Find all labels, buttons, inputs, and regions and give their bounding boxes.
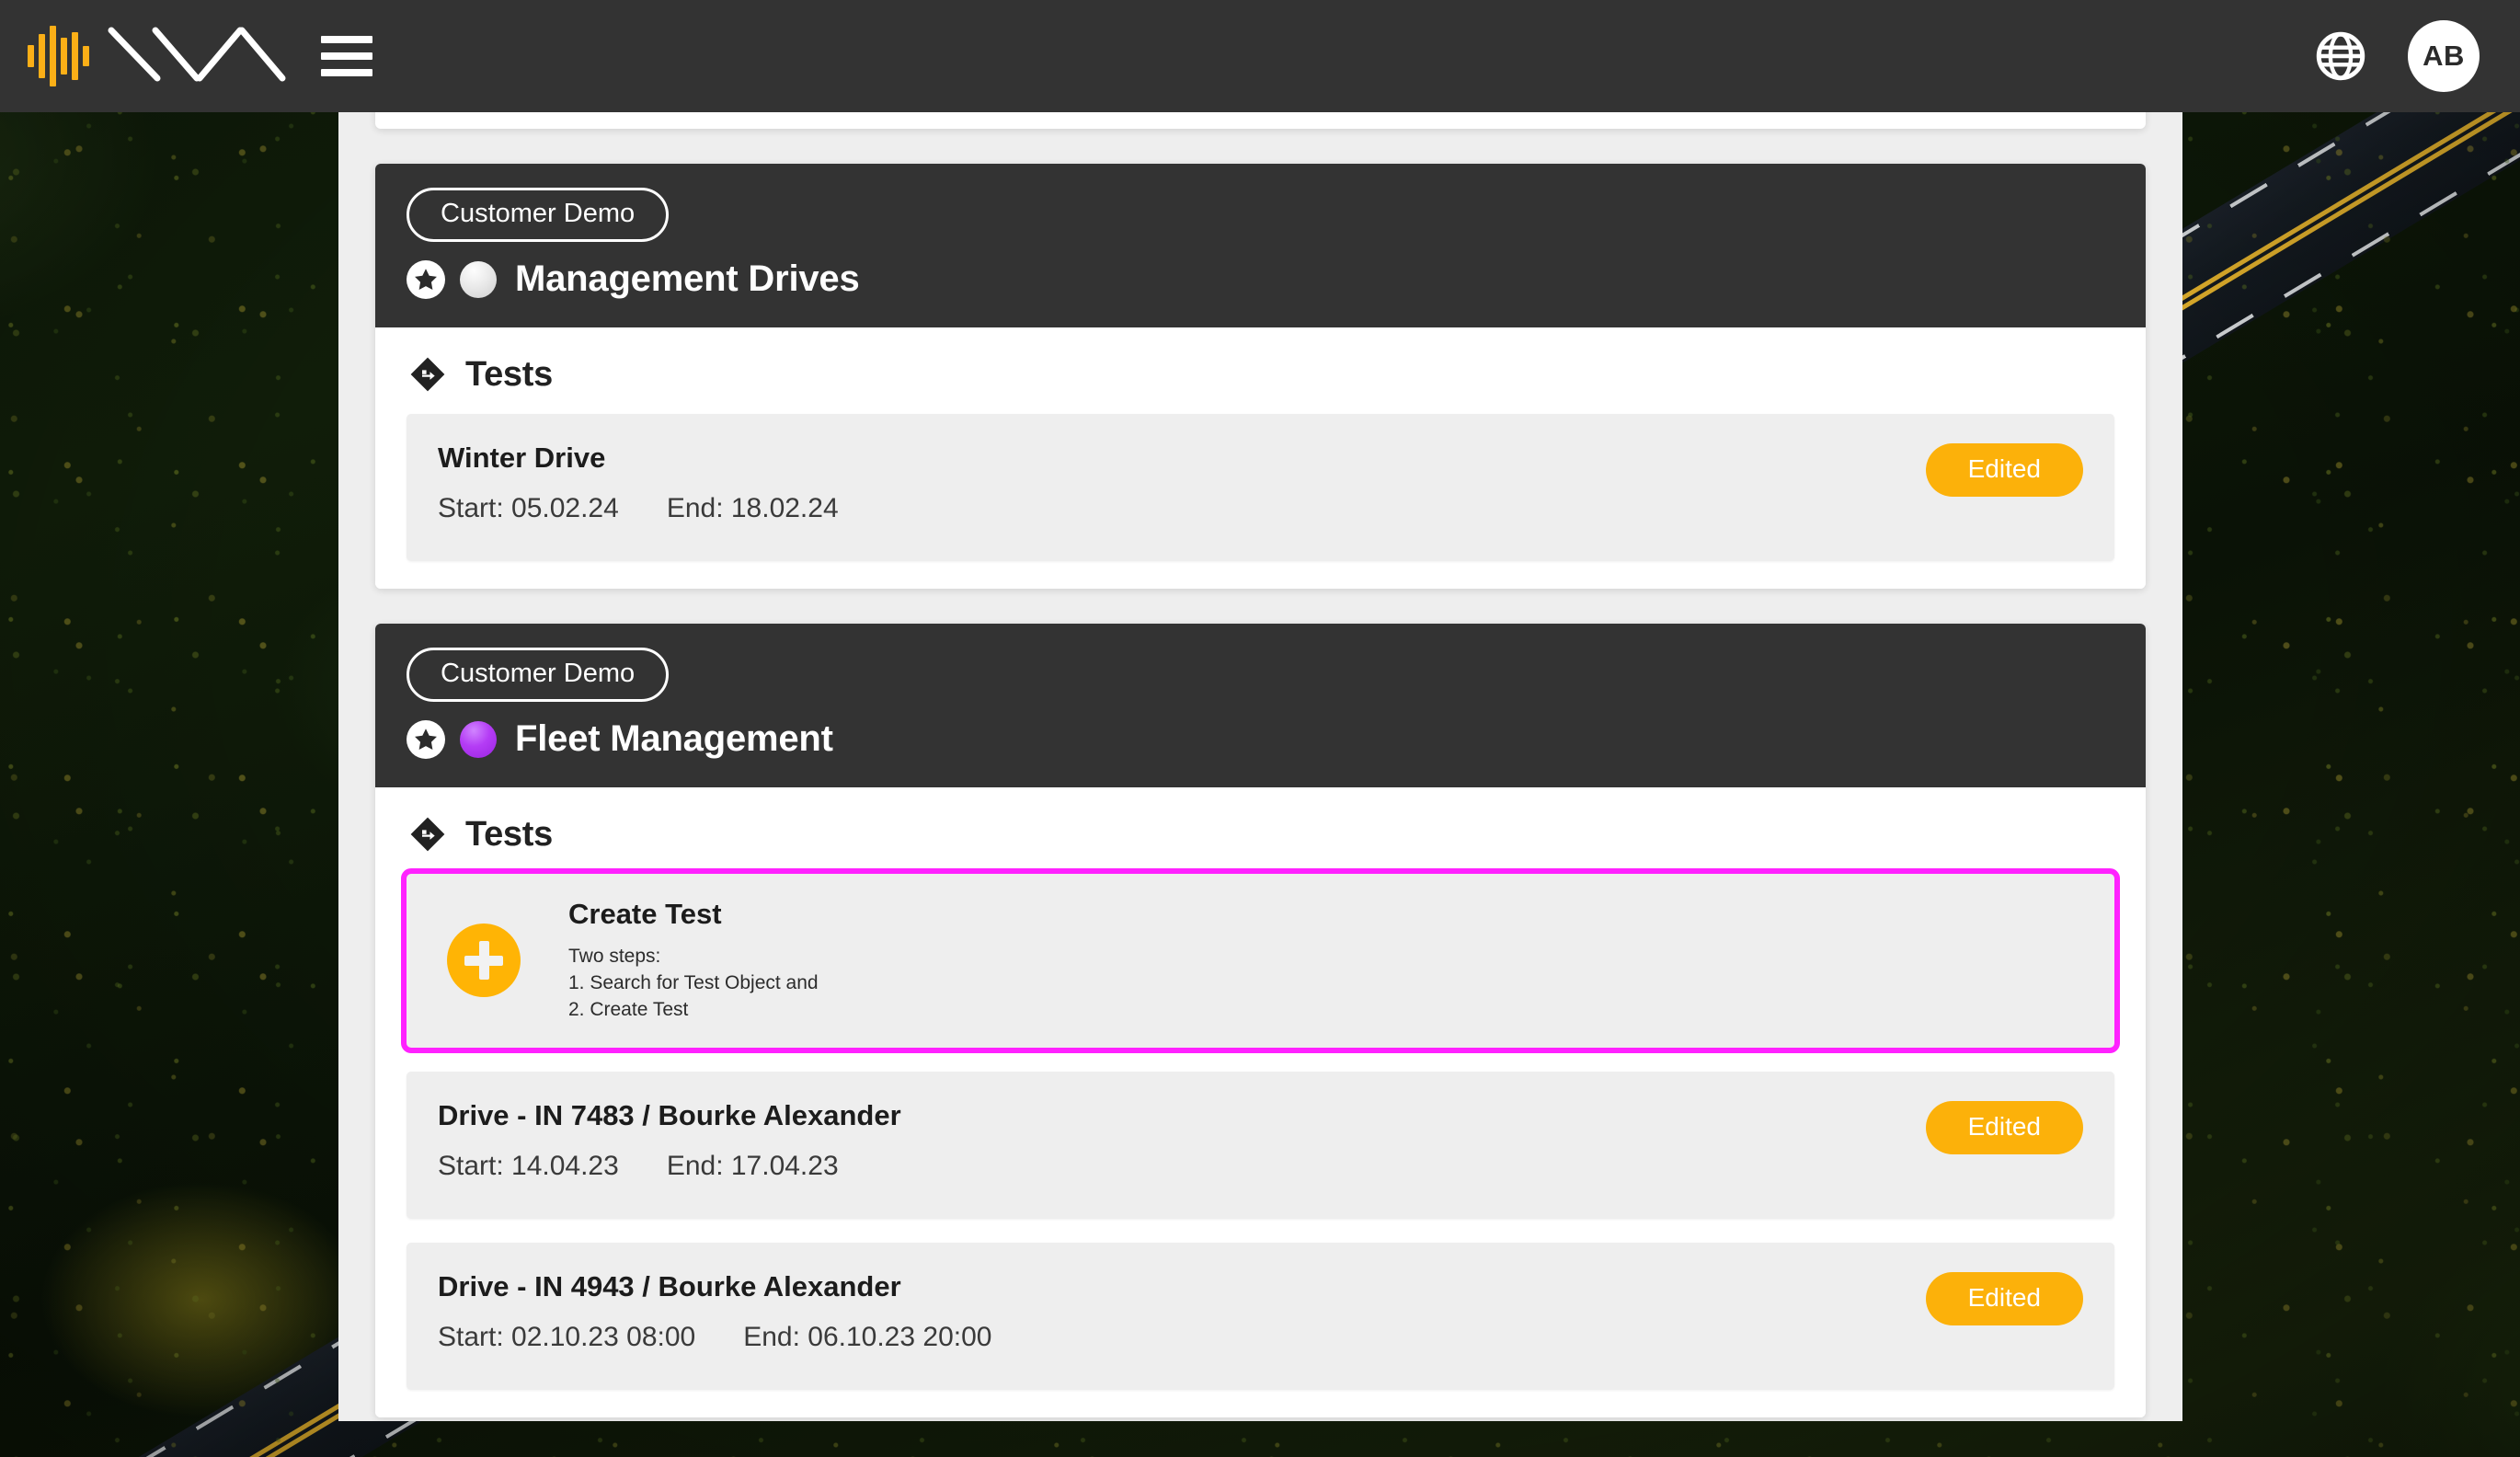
project-title: Fleet Management [515,718,833,759]
start-date: Start: 02.10.23 08:00 [438,1321,696,1352]
hamburger-bar [321,36,372,43]
test-list: Winter Drive Start: 05.02.24 End: 18.02.… [375,414,2146,589]
project-color-dot [460,260,497,298]
test-dates: Start: 05.02.24 End: 18.02.24 [438,493,1926,524]
table-row[interactable]: Drive - IN 4943 / Bourke Alexander Start… [407,1242,2114,1390]
start-date: Start: 14.04.23 [438,1150,619,1181]
test-name: Drive - IN 7483 / Bourke Alexander [438,1098,901,1131]
table-row[interactable]: Winter Drive Start: 05.02.24 End: 18.02.… [407,414,2114,561]
wva-monogram-icon [108,27,286,82]
scroll-area[interactable]: Customer Demo Management Drives Tests Wi… [375,112,2146,1421]
test-dates: Start: 02.10.23 08:00 End: 06.10.23 20:0… [438,1322,1926,1353]
direction-diamond-icon [407,813,449,855]
end-date: End: 17.04.23 [666,1150,839,1181]
row-content: Winter Drive Start: 05.02.24 End: 18.02.… [438,442,1926,524]
topbar-actions: AB [2312,20,2480,92]
project-title-row: Management Drives [407,258,2114,300]
steps-intro: Two steps: [568,946,661,967]
hamburger-bar [321,52,372,60]
create-test-row[interactable]: Create Test Two steps: 1. Search for Tes… [401,868,2120,1053]
end-date: End: 06.10.23 20:00 [743,1321,992,1352]
customer-tag-badge[interactable]: Customer Demo [407,188,670,242]
status-badge[interactable]: Edited [1925,1100,2083,1154]
favorite-star-icon[interactable] [407,259,445,299]
table-row[interactable]: Drive - IN 7483 / Bourke Alexander Start… [407,1071,2114,1219]
page-content-wrapper: Customer Demo Management Drives Tests Wi… [338,112,2182,1421]
project-card-fleet-management: Customer Demo Fleet Management Tests Cre… [375,624,2146,1417]
hamburger-bar [321,69,372,76]
test-dates: Start: 14.04.23 End: 17.04.23 [438,1151,1926,1182]
avatar-initials: AB [2423,40,2465,72]
user-avatar[interactable]: AB [2408,20,2480,92]
hamburger-menu-icon[interactable] [321,36,372,76]
section-header-tests: Tests [375,787,2146,874]
top-navigation-bar: AB [0,0,2520,112]
step-one: 1. Search for Test Object and [568,971,819,993]
favorite-star-icon[interactable] [407,719,445,759]
plus-circle-icon [447,924,521,998]
app-logo[interactable] [28,0,288,112]
start-date: Start: 05.02.24 [438,493,619,523]
project-title: Management Drives [515,258,860,299]
create-test-steps: Two steps: 1. Search for Test Object and… [568,944,2083,1024]
status-badge[interactable]: Edited [1925,1271,2083,1325]
section-header-tests: Tests [375,327,2146,414]
test-name: Drive - IN 4943 / Bourke Alexander [438,1269,901,1302]
create-test-title: Create Test [568,898,722,930]
waveform-icon [28,24,89,88]
project-header: Customer Demo Management Drives [375,164,2146,327]
customer-tag-badge[interactable]: Customer Demo [407,648,670,702]
project-card-management-drives: Customer Demo Management Drives Tests Wi… [375,164,2146,589]
step-two: 2. Create Test [568,998,689,1020]
status-badge[interactable]: Edited [1925,443,2083,497]
project-color-dot [460,720,497,758]
test-name: Winter Drive [438,442,606,474]
test-list: Create Test Two steps: 1. Search for Tes… [375,868,2146,1417]
end-date: End: 18.02.24 [666,493,839,523]
previous-project-card-partial[interactable] [375,112,2146,129]
project-title-row: Fleet Management [407,718,2114,760]
project-header: Customer Demo Fleet Management [375,624,2146,787]
direction-diamond-icon [407,353,449,396]
row-content: Drive - IN 7483 / Bourke Alexander Start… [438,1099,1926,1182]
globe-icon[interactable] [2312,28,2369,85]
section-title: Tests [465,814,553,854]
section-title: Tests [465,354,553,394]
row-content: Drive - IN 4943 / Bourke Alexander Start… [438,1270,1926,1353]
row-content: Create Test Two steps: 1. Search for Tes… [568,898,2083,1024]
